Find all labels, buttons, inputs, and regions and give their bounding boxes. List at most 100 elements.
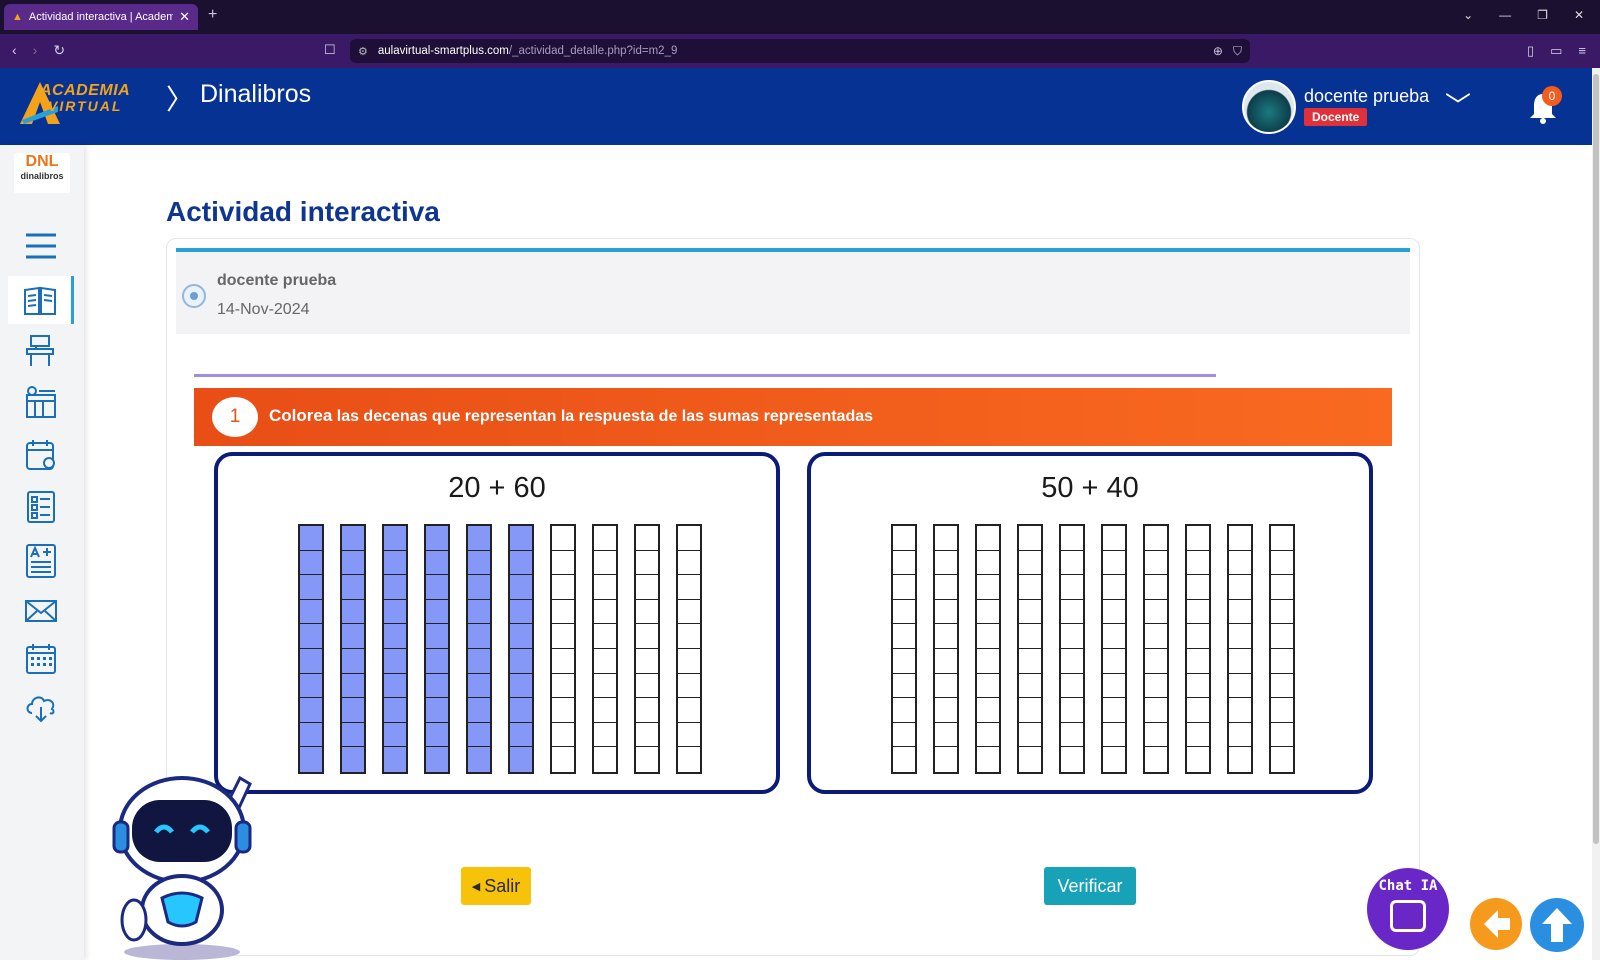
unit-cell bbox=[1187, 722, 1209, 748]
unit-cell bbox=[977, 599, 999, 625]
ten-block[interactable] bbox=[340, 524, 366, 774]
robot-mascot-icon bbox=[112, 775, 252, 960]
unit-cell bbox=[1145, 526, 1167, 551]
ten-block[interactable] bbox=[550, 524, 576, 774]
unit-cell bbox=[1145, 747, 1167, 772]
ten-block[interactable] bbox=[1269, 524, 1295, 774]
ten-block[interactable] bbox=[1059, 524, 1085, 774]
unit-cell bbox=[426, 648, 448, 674]
arrow-left-icon bbox=[1484, 910, 1510, 938]
ten-block[interactable] bbox=[1185, 524, 1211, 774]
unit-cell bbox=[1103, 747, 1125, 772]
exercise-number: 1 bbox=[212, 397, 258, 437]
ten-block[interactable] bbox=[891, 524, 917, 774]
unit-cell bbox=[1061, 648, 1083, 674]
zoom-icon[interactable]: ⊕ bbox=[1213, 44, 1223, 59]
sidebar-item-messages[interactable] bbox=[8, 587, 74, 635]
sidebar-item-downloads[interactable] bbox=[8, 683, 74, 731]
site-info-icon[interactable]: ⚙ bbox=[358, 45, 368, 58]
browser-menu-icon[interactable]: ≡ bbox=[1578, 43, 1586, 59]
tab-close-icon[interactable]: ✕ bbox=[179, 9, 190, 25]
back-arrow-button[interactable] bbox=[1470, 898, 1522, 950]
verify-button[interactable]: Verificar bbox=[1044, 867, 1136, 905]
shield-icon[interactable]: ⛉ bbox=[1233, 44, 1242, 59]
unit-cell bbox=[552, 648, 574, 674]
chat-ia-button[interactable]: Chat IA bbox=[1367, 868, 1449, 950]
unit-cell bbox=[678, 722, 700, 748]
new-tab-button[interactable]: + bbox=[208, 6, 217, 24]
dinalibros-name: dinalibros bbox=[20, 171, 64, 181]
url-input[interactable]: ⚙ aulavirtual-smartplus.com /_actividad_… bbox=[350, 39, 1250, 63]
browser-tab-bar: ▲ Actividad interactiva | Academia ✕ + ⌄… bbox=[0, 0, 1600, 34]
ten-block[interactable] bbox=[298, 524, 324, 774]
unit-cell bbox=[384, 698, 406, 723]
browser-tab[interactable]: ▲ Actividad interactiva | Academia ✕ bbox=[4, 4, 198, 30]
page-scrollbar[interactable] bbox=[1592, 68, 1600, 960]
tab-list-icon[interactable]: ⌄ bbox=[1463, 8, 1473, 22]
sidebar-item-grades[interactable] bbox=[8, 537, 74, 585]
unit-cell bbox=[935, 550, 957, 576]
back-icon[interactable]: ‹ bbox=[12, 42, 17, 59]
schedule-icon bbox=[26, 386, 56, 418]
unit-cell bbox=[1229, 526, 1251, 551]
wallet-icon[interactable]: ▭ bbox=[1550, 43, 1562, 59]
forward-icon[interactable]: › bbox=[33, 42, 38, 59]
ten-block[interactable] bbox=[676, 524, 702, 774]
dinalibros-logo[interactable]: DNL dinalibros bbox=[14, 153, 70, 193]
unit-cell bbox=[426, 575, 448, 600]
unit-cell bbox=[300, 648, 322, 674]
restore-icon[interactable]: ❐ bbox=[1537, 8, 1548, 22]
unit-cell bbox=[1229, 575, 1251, 600]
avatar[interactable] bbox=[1242, 80, 1296, 134]
exit-button[interactable]: ◀ Salir bbox=[461, 867, 531, 905]
unit-cell bbox=[594, 624, 616, 649]
sidebar-item-classroom[interactable] bbox=[8, 327, 74, 375]
ten-block[interactable] bbox=[634, 524, 660, 774]
sidebar: DNL dinalibros bbox=[0, 145, 84, 960]
sidebar-item-tasks[interactable] bbox=[8, 483, 74, 531]
sidebar-item-menu[interactable] bbox=[8, 222, 74, 270]
browser-toolbar-right: ▯ ▭ ≡ bbox=[1527, 43, 1586, 59]
ten-block[interactable] bbox=[466, 524, 492, 774]
unit-cell bbox=[552, 673, 574, 699]
user-name: docente prueba bbox=[1304, 86, 1430, 106]
sidebar-item-calendar-users[interactable] bbox=[8, 431, 74, 479]
ten-block[interactable] bbox=[508, 524, 534, 774]
bookmark-icon[interactable]: ☐ bbox=[324, 42, 336, 58]
unit-cell bbox=[636, 747, 658, 772]
ten-block[interactable] bbox=[1101, 524, 1127, 774]
unit-cell bbox=[1271, 526, 1293, 551]
sidebar-item-books[interactable] bbox=[8, 276, 74, 324]
reload-icon[interactable]: ↻ bbox=[53, 42, 65, 59]
ten-block[interactable] bbox=[382, 524, 408, 774]
unit-cell bbox=[510, 722, 532, 748]
scroll-thumb[interactable] bbox=[1593, 74, 1599, 844]
unit-cell bbox=[594, 747, 616, 772]
ten-block[interactable] bbox=[933, 524, 959, 774]
scroll-top-button[interactable] bbox=[1530, 898, 1584, 952]
minimize-icon[interactable]: — bbox=[1499, 8, 1511, 22]
chevron-down-icon[interactable]: ﹀ bbox=[1445, 86, 1471, 123]
sidebar-item-schedule[interactable] bbox=[8, 379, 74, 427]
unit-cell bbox=[1271, 550, 1293, 576]
unit-cell bbox=[1019, 698, 1041, 723]
close-window-icon[interactable]: ✕ bbox=[1574, 8, 1584, 22]
addition-panel-1: 20 + 60 bbox=[214, 452, 780, 794]
unit-cell bbox=[678, 526, 700, 551]
ten-block[interactable] bbox=[1017, 524, 1043, 774]
unit-cell bbox=[468, 575, 490, 600]
unit-cell bbox=[1187, 698, 1209, 723]
ten-block[interactable] bbox=[975, 524, 1001, 774]
ten-block[interactable] bbox=[1227, 524, 1253, 774]
breadcrumb-title: Dinalibros bbox=[200, 80, 312, 108]
unit-cell bbox=[594, 648, 616, 674]
sidebar-item-calendar[interactable] bbox=[8, 635, 74, 683]
ten-block[interactable] bbox=[592, 524, 618, 774]
addition-label: 50 + 40 bbox=[1041, 472, 1139, 504]
ten-block[interactable] bbox=[424, 524, 450, 774]
unit-cell bbox=[468, 599, 490, 625]
addition-label: 20 + 60 bbox=[448, 472, 546, 504]
sidebar-toggle-icon[interactable]: ▯ bbox=[1527, 43, 1534, 59]
ten-block[interactable] bbox=[1143, 524, 1169, 774]
unit-cell bbox=[1103, 648, 1125, 674]
